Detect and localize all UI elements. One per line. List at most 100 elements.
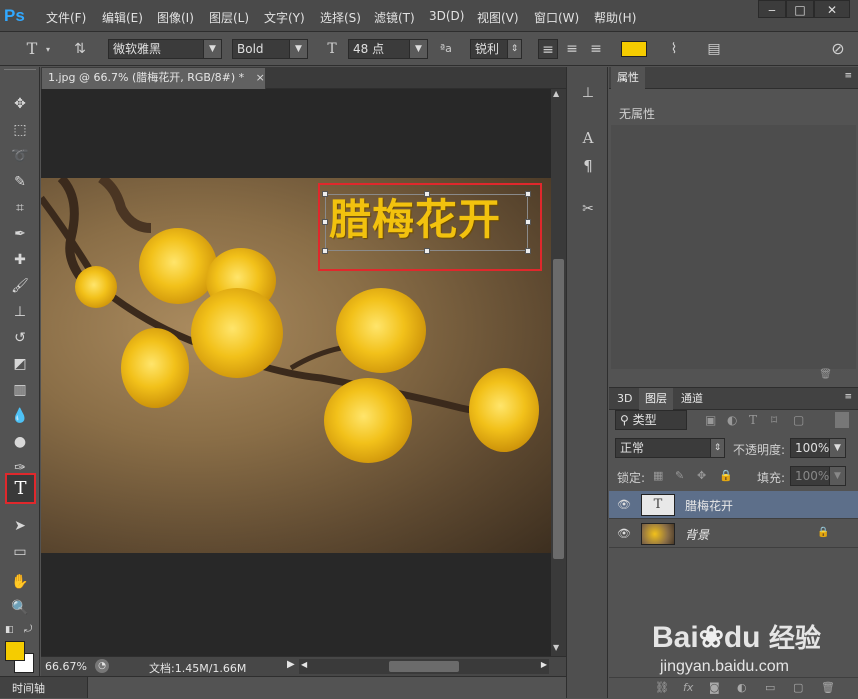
align-right-icon[interactable]: ≡ (586, 39, 606, 59)
tab-properties[interactable]: 属性 (611, 67, 645, 89)
crop-tool-icon[interactable]: ⌗ (8, 197, 32, 219)
character-panel-icon[interactable]: A (573, 129, 603, 151)
trash-icon[interactable]: 🗑 (819, 369, 832, 380)
type-tool-preset-icon[interactable]: T (22, 39, 42, 59)
document-tab[interactable]: 1.jpg @ 66.7% (腊梅花开, RGB/8#) * × (41, 67, 266, 89)
layer-name[interactable]: 腊梅花开 (685, 497, 733, 514)
filter-adjustment-icon[interactable]: ◐ (727, 413, 737, 427)
layer-row-text[interactable]: 👁 T 腊梅花开 (609, 491, 858, 519)
scroll-up-icon[interactable]: ▲ (553, 89, 559, 98)
menu-3d[interactable]: 3D(D) (429, 9, 464, 23)
lock-pixels-icon[interactable]: ✎ (675, 469, 684, 482)
status-info-icon[interactable]: ◔ (95, 659, 109, 673)
filter-pixel-icon[interactable]: ▣ (705, 413, 716, 427)
tools-presets-icon[interactable]: ✂ (573, 201, 603, 223)
tab-layers[interactable]: 图层 (639, 388, 673, 410)
history-brush-tool-icon[interactable]: ↺ (8, 327, 32, 349)
toolbar-grip[interactable] (4, 69, 36, 75)
panel-menu-icon[interactable]: ≡ (844, 392, 852, 402)
dodge-tool-icon[interactable]: ● (8, 431, 32, 453)
filter-type-icon[interactable]: T (749, 413, 757, 427)
warp-text-icon[interactable]: ⌇ (664, 39, 684, 59)
layer-filter-select[interactable]: ⚲ 类型 (615, 410, 687, 430)
blur-tool-icon[interactable]: 💧 (8, 405, 32, 427)
layer-name[interactable]: 背景 (685, 526, 709, 543)
eye-icon[interactable]: 👁 (617, 498, 631, 511)
character-panel-icon[interactable]: ▤ (704, 39, 724, 59)
gradient-tool-icon[interactable]: ▥ (8, 379, 32, 401)
lasso-tool-icon[interactable]: ➰ (8, 145, 32, 167)
horizontal-scrollbar[interactable]: ◀ ▶ (299, 659, 549, 674)
align-left-icon[interactable]: ≡ (538, 39, 558, 59)
lock-transparent-icon[interactable]: ▦ (653, 469, 663, 482)
text-color-swatch[interactable] (621, 41, 647, 57)
lock-all-icon[interactable]: 🔒 (719, 469, 733, 482)
horizontal-scroll-thumb[interactable] (389, 661, 459, 672)
path-select-tool-icon[interactable]: ➤ (8, 515, 32, 537)
scroll-down-icon[interactable]: ▼ (553, 643, 559, 652)
hand-tool-icon[interactable]: ✋ (8, 571, 32, 593)
brush-tool-icon[interactable]: 🖌 (8, 275, 32, 297)
foreground-color-swatch[interactable] (5, 641, 25, 661)
tab-channels[interactable]: 通道 (675, 388, 709, 410)
menu-file[interactable]: 文件(F) (46, 9, 86, 26)
healing-brush-tool-icon[interactable]: ✚ (8, 249, 32, 271)
align-center-icon[interactable]: ≡ (562, 39, 582, 59)
text-orientation-icon[interactable]: ⇅ (70, 39, 90, 59)
history-panel-icon[interactable]: ⊥ (573, 85, 603, 107)
vertical-scroll-thumb[interactable] (553, 259, 564, 559)
menu-type[interactable]: 文字(Y) (264, 9, 305, 26)
menu-help[interactable]: 帮助(H) (594, 9, 636, 26)
eyedropper-tool-icon[interactable]: ✒ (8, 223, 32, 245)
menu-filter[interactable]: 滤镜(T) (374, 9, 415, 26)
menu-window[interactable]: 窗口(W) (534, 9, 579, 26)
panel-dock: ⊥ A ¶ ✂ (566, 67, 608, 698)
eye-icon[interactable]: 👁 (617, 527, 631, 540)
antialias-select[interactable]: 锐利 ⇕ (470, 39, 522, 59)
preset-dropdown-arrow-icon[interactable]: ▾ (46, 45, 50, 54)
menu-view[interactable]: 视图(V) (477, 9, 519, 26)
filter-toggle-icon[interactable] (835, 412, 849, 428)
font-size-select[interactable]: 48 点 ▼ (348, 39, 428, 59)
zoom-level[interactable]: 66.67% (45, 660, 87, 673)
menu-image[interactable]: 图像(I) (157, 9, 194, 26)
tab-3d[interactable]: 3D (611, 388, 638, 410)
watermark-url: jingyan.baidu.com (660, 658, 789, 675)
layer-row-background[interactable]: 👁 背景 🔒 (609, 520, 858, 548)
timeline-tab[interactable]: 时间轴 (0, 677, 88, 698)
close-window-button[interactable]: ✕ (814, 0, 850, 18)
filter-smart-icon[interactable]: ▢ (793, 413, 804, 427)
marquee-tool-icon[interactable]: ⬚ (8, 119, 32, 141)
baidu-watermark: Bai❀du 经验 jingyan.baidu.com (648, 600, 858, 690)
cancel-icon[interactable]: ⊘ (828, 39, 848, 59)
scroll-right-icon[interactable]: ▶ (541, 660, 547, 669)
swap-colors-icon[interactable]: ⤾ (24, 624, 32, 635)
font-family-select[interactable]: 微软雅黑 ▼ (108, 39, 222, 59)
menu-select[interactable]: 选择(S) (320, 9, 361, 26)
minimize-button[interactable]: ‒ (758, 0, 786, 18)
lock-position-icon[interactable]: ✥ (697, 469, 706, 482)
clone-stamp-tool-icon[interactable]: ⊥ (8, 301, 32, 323)
lock-icon[interactable]: 🔒 (817, 527, 829, 538)
type-tool-icon[interactable]: T (5, 473, 36, 504)
font-style-select[interactable]: Bold ▼ (232, 39, 308, 59)
default-colors-icon[interactable]: ◧ (5, 625, 14, 635)
menu-layer[interactable]: 图层(L) (209, 9, 249, 26)
quick-select-tool-icon[interactable]: ✎ (8, 171, 32, 193)
scroll-left-icon[interactable]: ◀ (301, 660, 307, 669)
vertical-scrollbar[interactable]: ▲ ▼ (551, 89, 566, 656)
move-tool-icon[interactable]: ✥ (8, 93, 32, 115)
blend-mode-select[interactable]: 正常 ⇕ (615, 438, 725, 458)
status-menu-arrow-icon[interactable]: ▶ (287, 659, 295, 670)
paragraph-panel-icon[interactable]: ¶ (573, 157, 603, 179)
rectangle-tool-icon[interactable]: ▭ (8, 541, 32, 563)
panel-menu-icon[interactable]: ≡ (844, 71, 852, 81)
opacity-input[interactable]: 100% ▼ (790, 438, 846, 458)
close-tab-icon[interactable]: × (256, 71, 265, 84)
eraser-tool-icon[interactable]: ◩ (8, 353, 32, 375)
maximize-button[interactable]: □ (786, 0, 814, 18)
zoom-tool-icon[interactable]: 🔍 (8, 597, 32, 619)
fill-input[interactable]: 100% ▼ (790, 466, 846, 486)
filter-shape-icon[interactable]: ⌑ (771, 413, 777, 427)
menu-edit[interactable]: 编辑(E) (102, 9, 143, 26)
